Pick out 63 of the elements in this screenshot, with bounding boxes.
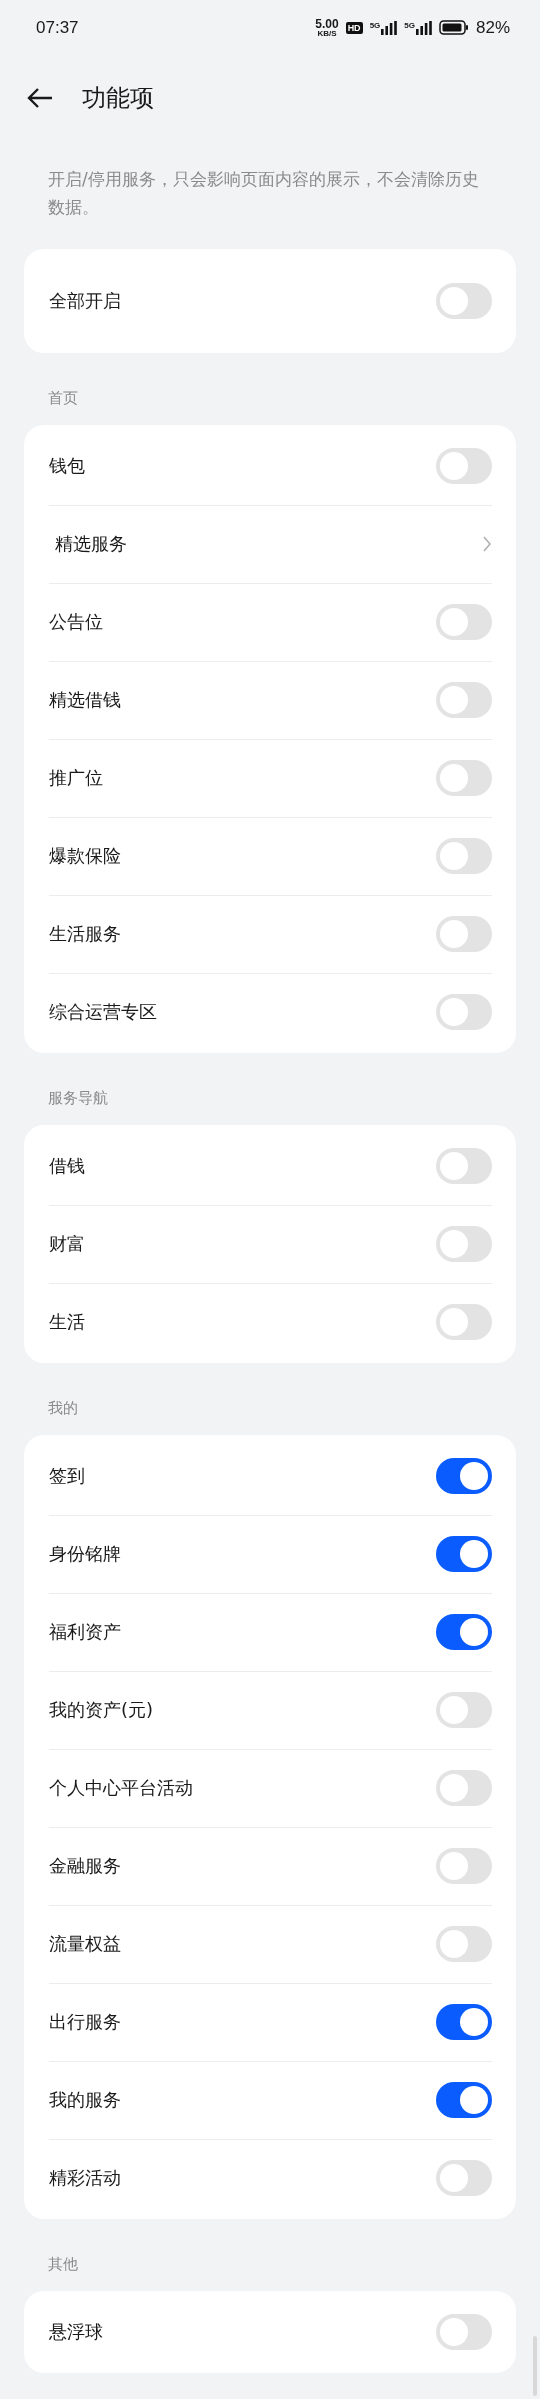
setting-label: 爆款保险 xyxy=(49,844,122,868)
setting-label: 借钱 xyxy=(49,1154,86,1178)
toggle-switch[interactable] xyxy=(436,1304,492,1340)
setting-label: 生活 xyxy=(49,1310,86,1334)
signal-icon xyxy=(415,20,432,35)
setting-label: 签到 xyxy=(49,1464,86,1488)
chevron-right-icon xyxy=(482,535,492,553)
setting-label: 流量权益 xyxy=(49,1932,122,1956)
setting-label: 我的资产(元) xyxy=(49,1698,155,1722)
toggle-switch[interactable] xyxy=(436,2160,492,2196)
toggle-switch[interactable] xyxy=(436,283,492,319)
toggle-switch[interactable] xyxy=(436,1148,492,1184)
network-type: 5G xyxy=(369,20,381,30)
toggle-switch[interactable] xyxy=(436,1226,492,1262)
setting-label: 推广位 xyxy=(49,766,104,790)
toggle-switch[interactable] xyxy=(436,838,492,874)
network-speed: 5.00 xyxy=(315,17,339,30)
setting-label: 精彩活动 xyxy=(49,2166,122,2190)
setting-label: 钱包 xyxy=(49,454,86,478)
toggle-switch[interactable] xyxy=(436,916,492,952)
setting-label: 全部开启 xyxy=(49,289,122,313)
toggle-switch[interactable] xyxy=(436,1770,492,1806)
toggle-switch[interactable] xyxy=(436,1614,492,1650)
toggle-switch[interactable] xyxy=(436,1458,492,1494)
setting-label: 财富 xyxy=(49,1232,86,1256)
section-header: 首页 xyxy=(48,388,79,409)
toggle-switch[interactable] xyxy=(436,2004,492,2040)
section-header: 服务导航 xyxy=(48,1088,109,1109)
back-arrow-icon[interactable] xyxy=(26,87,54,109)
page-title: 功能项 xyxy=(82,83,154,114)
battery-icon xyxy=(438,20,469,35)
setting-label: 生活服务 xyxy=(49,922,122,946)
status-time: 07:37 xyxy=(36,17,80,38)
battery-level: 82% xyxy=(475,17,510,38)
toggle-switch[interactable] xyxy=(436,1536,492,1572)
network-type: 5G xyxy=(404,20,415,30)
setting-label: 公告位 xyxy=(49,610,104,634)
hd-badge: HD xyxy=(345,21,363,34)
toggle-switch[interactable] xyxy=(436,682,492,718)
setting-label: 个人中心平台活动 xyxy=(49,1776,194,1800)
toggle-switch[interactable] xyxy=(436,1692,492,1728)
setting-link[interactable]: 精选服务 xyxy=(49,532,482,556)
section-header: 我的 xyxy=(48,1398,79,1419)
setting-label: 身份铭牌 xyxy=(49,1542,122,1566)
toggle-switch[interactable] xyxy=(436,1848,492,1884)
setting-label: 我的服务 xyxy=(49,2088,122,2112)
toggle-switch[interactable] xyxy=(436,604,492,640)
description-text: 开启/停用服务，只会影响页面内容的展示，不会清除历史数据。 xyxy=(48,168,480,219)
toggle-switch[interactable] xyxy=(436,1926,492,1962)
toggle-switch[interactable] xyxy=(436,2082,492,2118)
setting-label: 出行服务 xyxy=(49,2010,122,2034)
section-header: 其他 xyxy=(48,2254,79,2275)
toggle-switch[interactable] xyxy=(436,760,492,796)
toggle-switch[interactable] xyxy=(436,448,492,484)
signal-icon xyxy=(381,20,398,35)
toggle-switch[interactable] xyxy=(436,2314,492,2350)
setting-label: 综合运营专区 xyxy=(49,1000,158,1024)
setting-label: 金融服务 xyxy=(49,1854,122,1878)
setting-label: 福利资产 xyxy=(49,1620,122,1644)
toggle-switch[interactable] xyxy=(436,994,492,1030)
network-speed-unit: KB/S xyxy=(317,29,337,38)
setting-label: 悬浮球 xyxy=(49,2320,104,2344)
setting-label: 精选借钱 xyxy=(49,688,122,712)
